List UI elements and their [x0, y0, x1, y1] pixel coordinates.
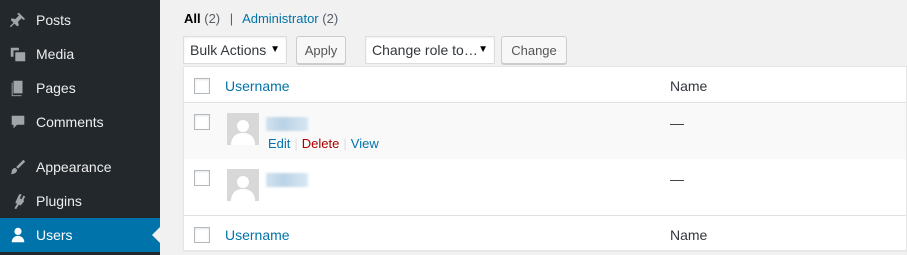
sidebar-item-label: Appearance	[36, 159, 112, 175]
role-filter-links: All (2) | Administrator (2)	[184, 11, 338, 26]
filter-administrator-link[interactable]: Administrator	[242, 11, 319, 26]
sidebar-item-pages[interactable]: Pages	[0, 71, 160, 105]
username-column-header[interactable]: Username	[225, 78, 290, 94]
pages-icon	[0, 79, 36, 97]
select-all-checkbox[interactable]	[194, 227, 210, 243]
avatar	[227, 169, 259, 201]
table-row: Edit | Delete | View —	[184, 103, 906, 159]
name-cell: —	[670, 115, 684, 131]
username-link[interactable]	[266, 117, 308, 131]
name-column-header: Name	[670, 78, 708, 94]
sidebar-item-label: Media	[36, 46, 75, 62]
sidebar-item-posts[interactable]: Posts	[0, 3, 160, 37]
filter-separator: |	[229, 11, 234, 26]
change-role-button[interactable]: Change	[501, 36, 567, 64]
name-column-footer: Name	[670, 227, 708, 243]
users-main: All (2) | Administrator (2) Bulk Actions…	[160, 0, 907, 255]
row-checkbox[interactable]	[194, 114, 210, 130]
action-separator: |	[343, 136, 347, 151]
sidebar-item-appearance[interactable]: Appearance	[0, 150, 160, 184]
sidebar-item-plugins[interactable]: Plugins	[0, 184, 160, 218]
filter-all-count: (2)	[204, 11, 221, 26]
table-header: Username Name	[184, 67, 906, 103]
sidebar-item-comments[interactable]: Comments	[0, 105, 160, 139]
name-cell: —	[670, 171, 684, 187]
row-actions: Edit | Delete | View	[268, 136, 379, 151]
admin-sidebar: Posts Media Pages Comments Appearance Pl…	[0, 0, 160, 255]
change-role-select[interactable]: Change role to… ▼	[365, 36, 495, 64]
bulk-actions-value: Bulk Actions	[190, 42, 267, 58]
user-icon	[0, 226, 36, 244]
filter-all-link[interactable]: All	[184, 11, 201, 26]
table-row: —	[184, 159, 906, 215]
chevron-down-icon: ▼	[270, 44, 280, 55]
avatar	[227, 113, 259, 145]
sidebar-item-media[interactable]: Media	[0, 37, 160, 71]
apply-button[interactable]: Apply	[296, 36, 346, 64]
username-link[interactable]	[266, 173, 308, 187]
table-footer: Username Name	[184, 215, 906, 251]
comment-icon	[0, 113, 36, 131]
sidebar-item-label: Users	[36, 227, 73, 243]
users-table: Username Name Edit | Delete | View — — Usern	[183, 66, 907, 251]
row-checkbox[interactable]	[194, 170, 210, 186]
plugin-icon	[0, 192, 36, 210]
bulk-actions-select[interactable]: Bulk Actions ▼	[183, 36, 287, 64]
paintbrush-icon	[0, 158, 36, 176]
username-column-footer[interactable]: Username	[225, 227, 290, 243]
filter-administrator-count: (2)	[322, 11, 339, 26]
change-role-value: Change role to…	[372, 42, 478, 58]
sidebar-item-users[interactable]: Users	[0, 218, 160, 252]
sidebar-item-label: Comments	[36, 114, 104, 130]
chevron-down-icon: ▼	[478, 44, 488, 55]
edit-link[interactable]: Edit	[268, 136, 290, 151]
media-icon	[0, 45, 36, 63]
pin-icon	[0, 11, 36, 29]
view-link[interactable]: View	[351, 136, 379, 151]
sidebar-item-label: Pages	[36, 80, 76, 96]
sidebar-item-label: Plugins	[36, 193, 82, 209]
sidebar-item-label: Posts	[36, 12, 72, 28]
select-all-checkbox[interactable]	[194, 78, 210, 94]
delete-link[interactable]: Delete	[302, 136, 340, 151]
action-separator: |	[294, 136, 298, 151]
